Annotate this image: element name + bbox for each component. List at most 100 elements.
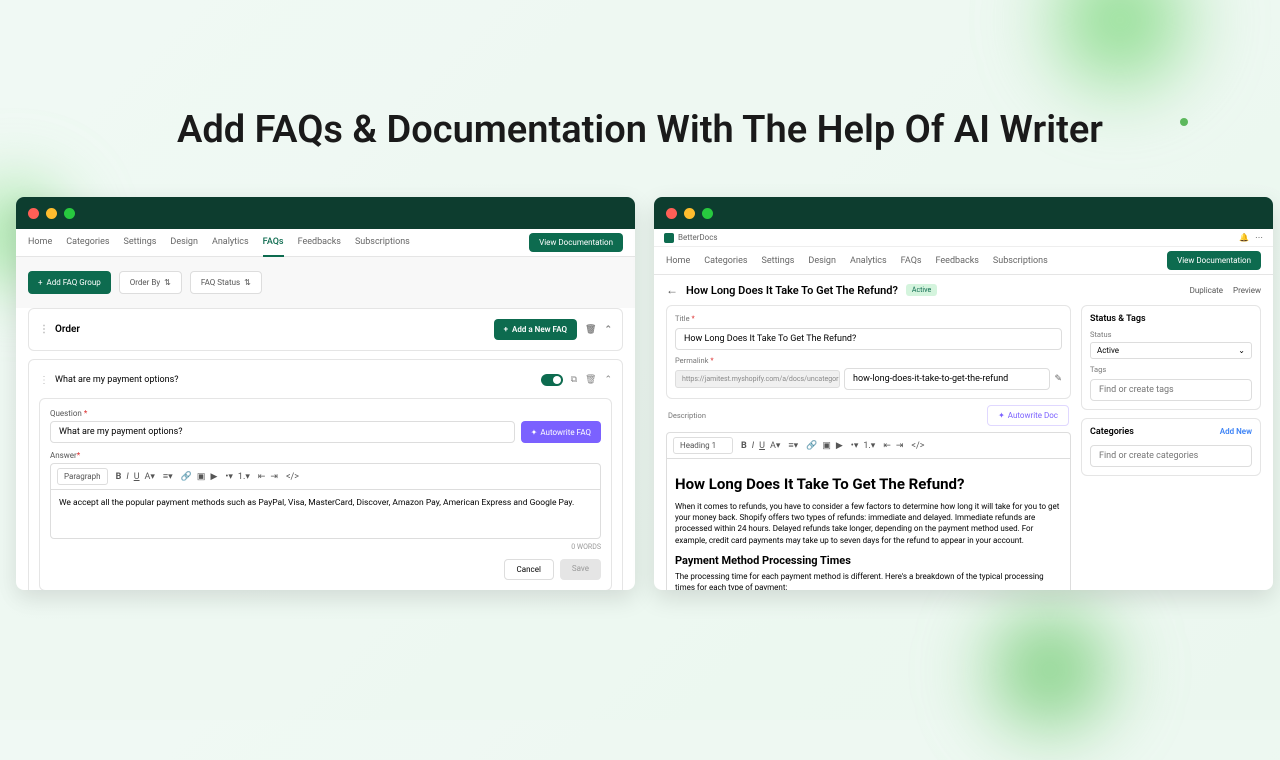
block-style-select[interactable]: Paragraph	[57, 468, 108, 485]
nav-faqs[interactable]: FAQs	[901, 248, 922, 274]
answer-editor[interactable]: We accept all the popular payment method…	[50, 489, 601, 539]
bullet-list-icon[interactable]: •▾	[851, 441, 859, 451]
nav-categories[interactable]: Categories	[704, 248, 747, 274]
permalink-input[interactable]	[844, 368, 1050, 390]
bell-icon[interactable]: 🔔	[1239, 233, 1249, 242]
save-button[interactable]: Save	[560, 559, 601, 580]
link-icon[interactable]: 🔗	[181, 472, 192, 482]
maximize-icon[interactable]	[702, 208, 713, 219]
duplicate-button[interactable]: Duplicate	[1190, 286, 1223, 295]
chevron-up-icon[interactable]: ⌃	[604, 375, 612, 385]
maximize-icon[interactable]	[64, 208, 75, 219]
nav-analytics[interactable]: Analytics	[212, 229, 249, 257]
nav-subscriptions[interactable]: Subscriptions	[993, 248, 1048, 274]
nav-analytics[interactable]: Analytics	[850, 248, 887, 274]
copy-icon[interactable]: ⧉	[571, 375, 577, 385]
doc-editor-toolbar: Heading 1 B I U A▾ ≡▾ 🔗 ▣ ▶ •▾ 1.▾	[666, 432, 1071, 458]
faq-enabled-toggle[interactable]	[541, 374, 563, 386]
edit-icon[interactable]: ✎	[1054, 374, 1062, 384]
autowrite-doc-button[interactable]: ✦Autowrite Doc	[987, 405, 1069, 426]
add-new-faq-button[interactable]: +Add a New FAQ	[494, 319, 577, 340]
nav-design[interactable]: Design	[170, 229, 198, 257]
trash-icon[interactable]: 🗑	[585, 325, 596, 335]
indent-icon[interactable]: ⇥	[270, 472, 278, 482]
doc-paragraph: When it comes to refunds, you have to co…	[675, 501, 1062, 546]
cancel-button[interactable]: Cancel	[504, 559, 554, 580]
drag-handle-icon[interactable]: ⋮	[39, 324, 49, 335]
video-icon[interactable]: ▶	[836, 441, 843, 451]
close-icon[interactable]	[666, 208, 677, 219]
panel-title: CategoriesAdd New	[1090, 427, 1252, 437]
view-documentation-button[interactable]: View Documentation	[529, 233, 623, 252]
nav-home[interactable]: Home	[28, 229, 52, 257]
code-icon[interactable]: </>	[286, 472, 299, 482]
nav-settings[interactable]: Settings	[124, 229, 157, 257]
tags-input[interactable]	[1090, 379, 1252, 401]
faq-question-text: What are my payment options?	[55, 375, 179, 385]
nav-categories[interactable]: Categories	[66, 229, 109, 257]
question-input[interactable]	[50, 421, 515, 443]
trash-icon[interactable]: 🗑	[585, 375, 596, 385]
nav-faqs[interactable]: FAQs	[263, 229, 284, 257]
align-icon[interactable]: ≡▾	[163, 471, 173, 482]
minimize-icon[interactable]	[684, 208, 695, 219]
status-tags-panel: Status & Tags Status Active⌄ Tags	[1081, 305, 1261, 410]
heading-select[interactable]: Heading 1	[673, 437, 733, 454]
image-icon[interactable]: ▣	[822, 441, 831, 451]
more-icon[interactable]: ⋯	[1255, 233, 1263, 242]
add-faq-group-button[interactable]: +Add FAQ Group	[28, 271, 111, 294]
video-icon[interactable]: ▶	[210, 472, 217, 482]
titlebar	[654, 197, 1273, 229]
autowrite-faq-button[interactable]: ✦Autowrite FAQ	[521, 421, 601, 443]
minimize-icon[interactable]	[46, 208, 57, 219]
order-by-button[interactable]: Order By⇅	[119, 271, 182, 294]
view-documentation-button[interactable]: View Documentation	[1167, 251, 1261, 270]
title-input[interactable]	[675, 328, 1062, 350]
doc-title: How Long Does It Take To Get The Refund?	[686, 284, 898, 297]
categories-input[interactable]	[1090, 445, 1252, 467]
back-arrow-icon[interactable]: ←	[666, 283, 678, 297]
bullet-list-icon[interactable]: •▾	[225, 472, 233, 482]
italic-icon[interactable]: I	[752, 441, 754, 451]
drag-handle-icon[interactable]: ⋮	[39, 375, 49, 386]
text-color-icon[interactable]: A▾	[770, 441, 780, 451]
underline-icon[interactable]: U	[759, 441, 765, 451]
outdent-icon[interactable]: ⇤	[883, 441, 891, 451]
underline-icon[interactable]: U	[134, 472, 140, 482]
faq-item-card: ⋮ What are my payment options? ⧉ 🗑 ⌃ Que…	[28, 359, 623, 590]
status-label: Status	[1090, 330, 1252, 339]
text-color-icon[interactable]: A▾	[145, 472, 155, 482]
link-icon[interactable]: 🔗	[806, 441, 817, 451]
doc-editor[interactable]: How Long Does It Take To Get The Refund?…	[666, 458, 1071, 590]
align-icon[interactable]: ≡▾	[788, 440, 798, 451]
numbered-list-icon[interactable]: 1.▾	[238, 472, 250, 482]
doc-h2: How Long Does It Take To Get The Refund?	[675, 475, 1062, 493]
nav-bar: Home Categories Settings Design Analytic…	[16, 229, 635, 257]
nav-feedbacks[interactable]: Feedbacks	[936, 248, 979, 274]
nav-subscriptions[interactable]: Subscriptions	[355, 229, 410, 257]
italic-icon[interactable]: I	[126, 472, 128, 482]
add-new-category-link[interactable]: Add New	[1220, 427, 1252, 436]
nav-design[interactable]: Design	[808, 248, 836, 274]
indent-icon[interactable]: ⇥	[896, 441, 904, 451]
nav-feedbacks[interactable]: Feedbacks	[298, 229, 341, 257]
nav-settings[interactable]: Settings	[762, 248, 795, 274]
bold-icon[interactable]: B	[116, 472, 122, 482]
bg-blob	[1020, 0, 1220, 120]
chevron-up-icon[interactable]: ⌃	[604, 325, 612, 335]
panel-title: Status & Tags	[1090, 314, 1252, 324]
image-icon[interactable]: ▣	[197, 472, 206, 482]
outdent-icon[interactable]: ⇤	[258, 472, 266, 482]
preview-button[interactable]: Preview	[1233, 286, 1261, 295]
faq-window: Home Categories Settings Design Analytic…	[16, 197, 635, 590]
titlebar	[16, 197, 635, 229]
faq-status-button[interactable]: FAQ Status⇅	[190, 271, 262, 294]
close-icon[interactable]	[28, 208, 39, 219]
status-select[interactable]: Active⌄	[1090, 342, 1252, 359]
plus-icon: +	[38, 278, 43, 287]
nav-home[interactable]: Home	[666, 248, 690, 274]
code-icon[interactable]: </>	[911, 441, 924, 451]
status-badge: Active	[906, 284, 937, 296]
bold-icon[interactable]: B	[741, 441, 747, 451]
numbered-list-icon[interactable]: 1.▾	[863, 441, 875, 451]
